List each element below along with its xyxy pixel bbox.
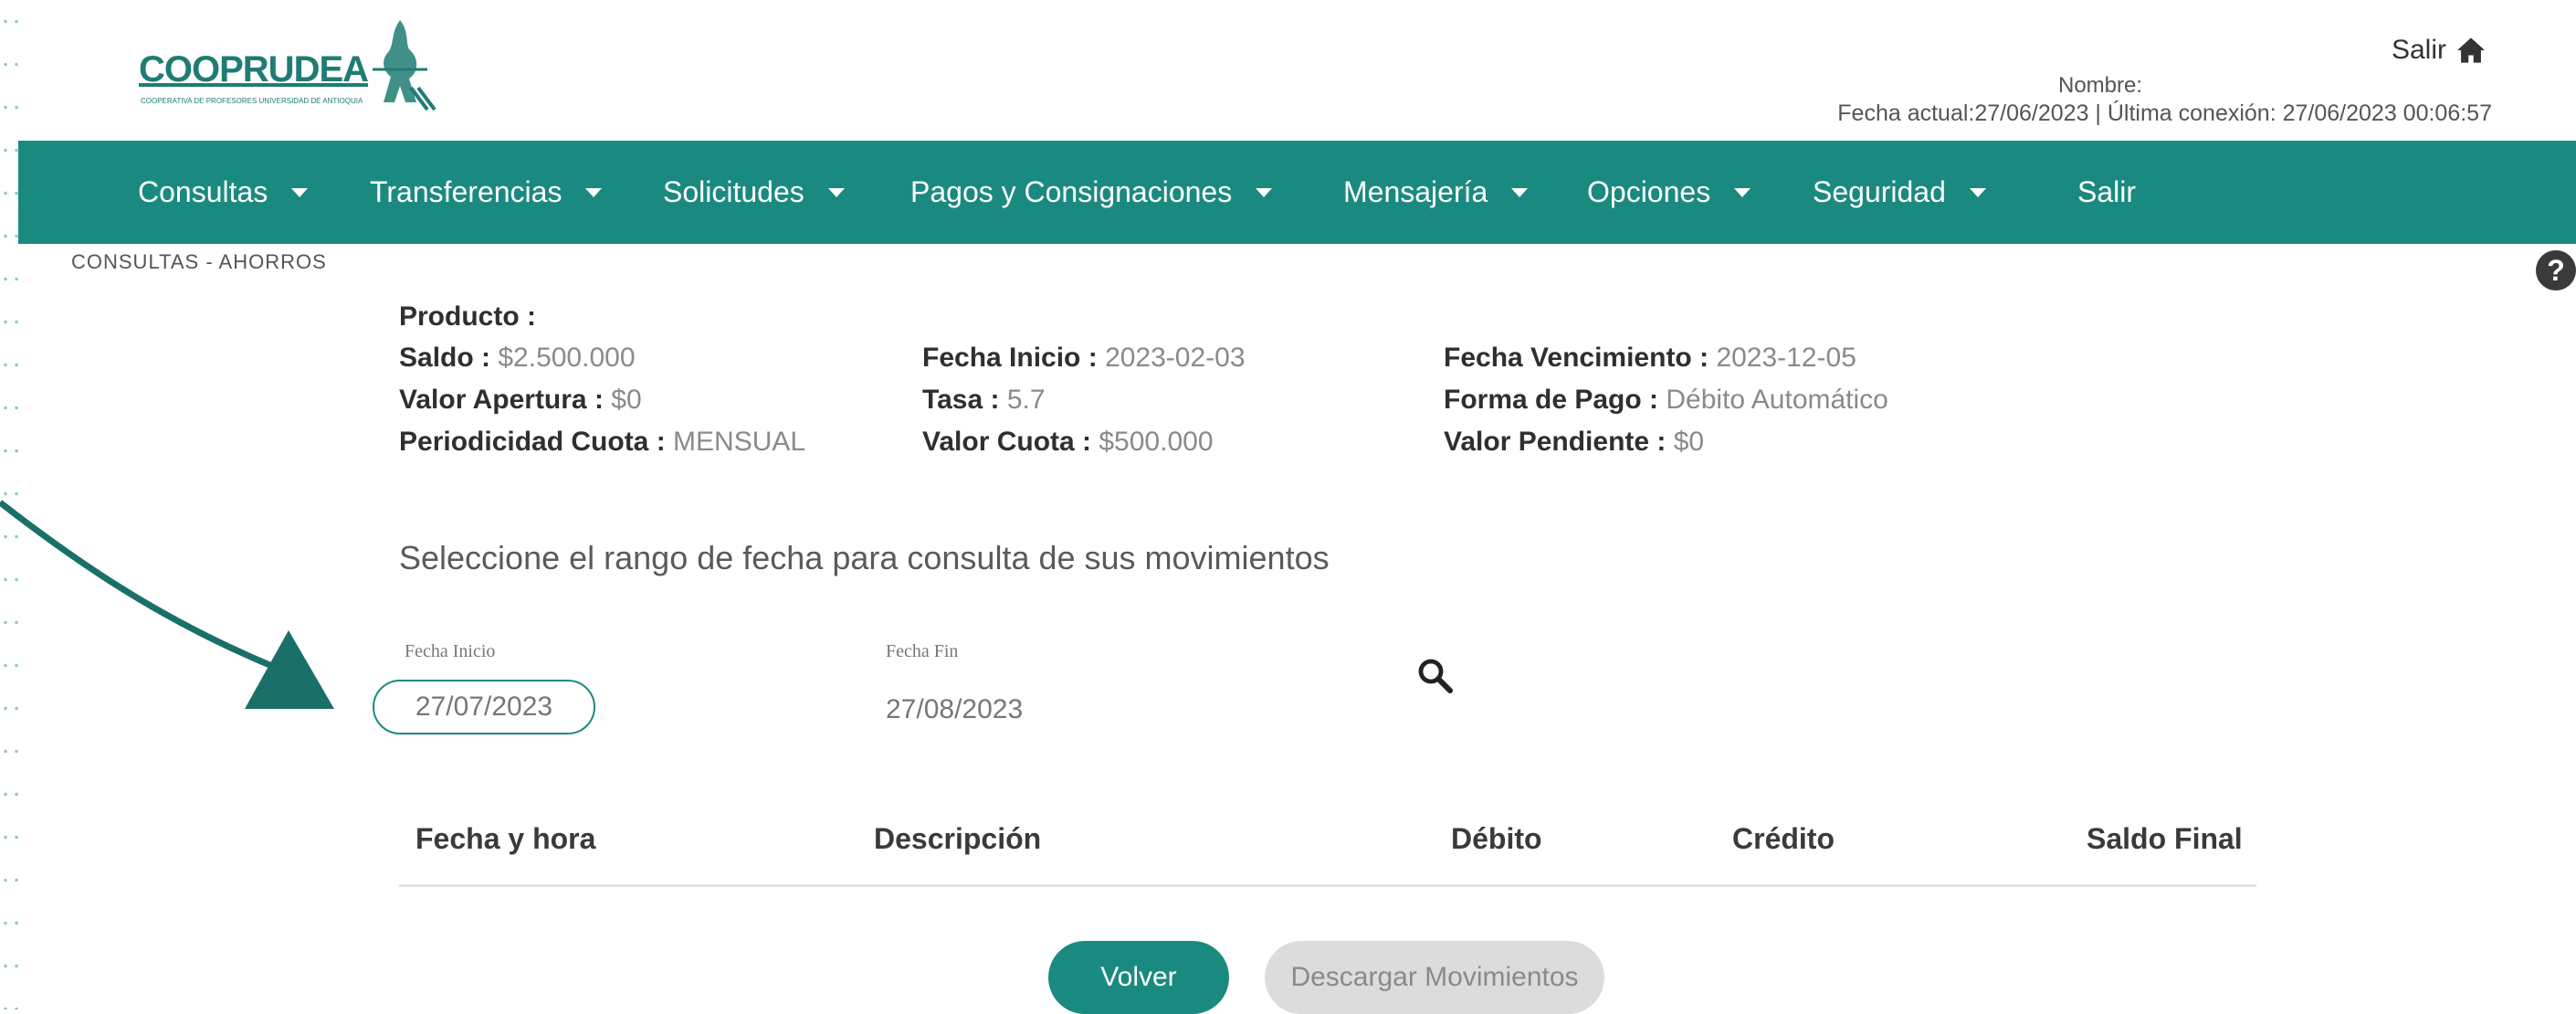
- info-value: 2023-02-03: [1105, 343, 1246, 373]
- nav-label: Opciones: [1587, 175, 1711, 208]
- caret-down-icon: [827, 187, 845, 197]
- info-valor-apertura: Valor Apertura : $0: [399, 385, 642, 416]
- logo-subtext: COOPERATIVA DE PROFESORES UNIVERSIDAD DE…: [141, 97, 363, 105]
- help-icon[interactable]: ?: [2536, 250, 2576, 290]
- caret-down-icon: [585, 187, 603, 197]
- end-date-label: Fecha Fin: [886, 641, 959, 661]
- info-fecha-inicio: Fecha Inicio : 2023-02-03: [922, 343, 1246, 374]
- info-label: Valor Pendiente :: [1444, 427, 1667, 457]
- nav-label: Solicitudes: [663, 175, 804, 208]
- col-fecha-hora[interactable]: Fecha y hora: [415, 822, 595, 856]
- caret-down-icon: [1511, 187, 1529, 197]
- download-movements-button[interactable]: Descargar Movimientos: [1265, 941, 1604, 1014]
- nav-solicitudes[interactable]: Solicitudes: [663, 141, 845, 244]
- info-value: $0: [1673, 427, 1705, 457]
- info-saldo: Saldo : $2.500.000: [399, 343, 636, 374]
- info-label: Valor Cuota :: [922, 427, 1092, 457]
- caret-down-icon: [1734, 187, 1751, 197]
- main-navbar: Consultas Transferencias Solicitudes Pag…: [18, 141, 2576, 244]
- user-name: Nombre:: [2057, 73, 2143, 98]
- info-label: Valor Apertura :: [399, 385, 604, 415]
- home-icon: [2457, 37, 2485, 63]
- info-periodicidad: Periodicidad Cuota : MENSUAL: [399, 427, 805, 458]
- header-exit-link[interactable]: Salir: [2392, 35, 2487, 66]
- nav-pagos[interactable]: Pagos y Consignaciones: [910, 141, 1273, 244]
- product-label: Producto :: [399, 301, 536, 333]
- info-valor-cuota: Valor Cuota : $500.000: [922, 427, 1214, 458]
- cooprudea-logo[interactable]: COOPRUDEA COOPERATIVA DE PROFESORES UNIV…: [137, 13, 438, 113]
- annotation-arrow: [0, 500, 334, 709]
- info-label: Saldo :: [399, 343, 491, 373]
- col-saldo-final[interactable]: Saldo Final: [2087, 822, 2243, 856]
- col-descripcion[interactable]: Descripción: [874, 822, 1041, 856]
- info-value: 5.7: [1006, 385, 1046, 415]
- search-icon[interactable]: [1414, 654, 1457, 698]
- nav-label: Pagos y Consignaciones: [910, 175, 1233, 208]
- info-value: 2023-12-05: [1716, 343, 1856, 373]
- info-value: $500.000: [1099, 427, 1214, 457]
- info-value: Débito Automático: [1666, 385, 1888, 415]
- nav-label: Mensajería: [1343, 175, 1488, 208]
- nav-label: Seguridad: [1813, 175, 1946, 208]
- start-date-label: Fecha Inicio: [405, 641, 496, 661]
- info-label: Periodicidad Cuota :: [399, 427, 666, 457]
- nav-consultas[interactable]: Consultas: [138, 141, 309, 244]
- info-fecha-vencimiento: Fecha Vencimiento : 2023-12-05: [1444, 343, 1856, 374]
- info-tasa: Tasa : 5.7: [922, 385, 1046, 416]
- info-value: MENSUAL: [673, 427, 806, 457]
- info-label: Tasa :: [922, 385, 1000, 415]
- nav-label: Consultas: [138, 175, 268, 208]
- logo-figure-icon: [373, 20, 436, 111]
- info-value: $0: [611, 385, 642, 415]
- col-debito[interactable]: Débito: [1451, 822, 1542, 856]
- end-date-input[interactable]: 27/08/2023: [886, 694, 1023, 725]
- nav-label: Salir: [2077, 175, 2137, 208]
- nav-salir[interactable]: Salir: [2077, 141, 2136, 244]
- info-forma-pago: Forma de Pago : Débito Automático: [1444, 385, 1888, 416]
- col-credito[interactable]: Crédito: [1732, 822, 1835, 856]
- caret-down-icon: [1256, 187, 1273, 197]
- movements-table-header: Fecha y hora Descripción Débito Crédito …: [399, 802, 2256, 887]
- product-label-text: Producto :: [399, 301, 536, 332]
- info-label: Fecha Inicio :: [922, 343, 1098, 373]
- session-dates: Fecha actual:27/06/2023 | Última conexió…: [1837, 100, 2492, 126]
- info-label: Forma de Pago :: [1444, 385, 1659, 415]
- back-button[interactable]: Volver: [1048, 941, 1229, 1014]
- logo-text: COOPRUDEA: [139, 49, 369, 90]
- breadcrumb: CONSULTAS - AHORROS: [71, 250, 327, 273]
- header-exit-label: Salir: [2391, 35, 2446, 65]
- nav-seguridad[interactable]: Seguridad: [1813, 141, 1986, 244]
- nav-opciones[interactable]: Opciones: [1587, 141, 1751, 244]
- info-label: Fecha Vencimiento :: [1444, 343, 1709, 373]
- range-title: Seleccione el rango de fecha para consul…: [399, 539, 1330, 576]
- nav-label: Transferencias: [370, 175, 563, 208]
- caret-down-icon: [291, 187, 309, 197]
- start-date-input[interactable]: 27/07/2023: [373, 680, 595, 734]
- caret-down-icon: [1969, 187, 1986, 197]
- nav-transferencias[interactable]: Transferencias: [370, 141, 603, 244]
- info-value: $2.500.000: [498, 343, 636, 373]
- nav-mensajeria[interactable]: Mensajería: [1343, 141, 1529, 244]
- info-valor-pendiente: Valor Pendiente : $0: [1444, 427, 1704, 458]
